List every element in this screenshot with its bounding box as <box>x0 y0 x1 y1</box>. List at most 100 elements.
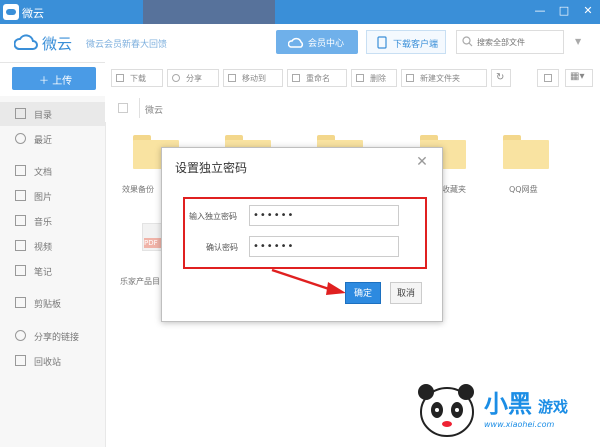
folder-label: QQ网盘 <box>509 185 538 194</box>
window-title: 微云 <box>22 7 44 20</box>
vip-center-button[interactable]: 会员中心 <box>276 30 358 54</box>
toolbar: 下载 分享 移动到 重命名 删除 新建文件夹 ↻ ▦▾ <box>105 62 600 95</box>
rename-button[interactable]: 重命名 <box>287 69 347 87</box>
move-to-button[interactable]: 移动到 <box>223 69 283 87</box>
brand-name: 微云 <box>42 35 73 53</box>
cloud-logo-icon <box>14 34 38 50</box>
promo-link[interactable]: 微云会员新春大回馈 <box>86 37 167 50</box>
title-banner <box>143 0 275 24</box>
sidebar-item-label: 图片 <box>34 193 53 203</box>
sidebar-item-directory[interactable]: 目录 <box>0 102 105 126</box>
sidebar-item-music[interactable]: 音乐 <box>0 209 105 233</box>
clipboard-icon <box>15 297 26 308</box>
delete-button[interactable]: 删除 <box>351 69 397 87</box>
grid-view-button[interactable]: ▦▾ <box>565 69 593 87</box>
app-logo-icon <box>3 4 19 20</box>
new-folder-label: 新建文件夹 <box>420 74 460 83</box>
folder-item[interactable] <box>503 135 549 169</box>
confirm-password-label: 确认密码 <box>206 243 238 252</box>
rename-icon <box>292 74 300 82</box>
sidebar-item-label: 视频 <box>34 243 53 253</box>
sidebar-item-documents[interactable]: 文档 <box>0 159 105 183</box>
move-to-label: 移动到 <box>242 74 266 83</box>
sidebar-item-label: 分享的链接 <box>34 333 80 343</box>
vip-cloud-icon <box>288 37 304 48</box>
refresh-icon: ↻ <box>496 72 505 83</box>
breadcrumb: 微云 <box>105 94 600 122</box>
folder-label: 效果备份 <box>122 185 154 194</box>
music-icon <box>15 215 26 226</box>
breadcrumb-root[interactable]: 微云 <box>145 103 163 116</box>
new-folder-icon <box>406 74 414 82</box>
share-button[interactable]: 分享 <box>167 69 219 87</box>
sidebar-item-images[interactable]: 图片 <box>0 184 105 208</box>
download-client-label: 下载客户端 <box>393 40 439 50</box>
sidebar-item-label: 文档 <box>34 168 53 178</box>
folder-label: 收藏夹 <box>442 185 466 194</box>
panel-icon <box>544 74 552 82</box>
sidebar-item-label: 笔记 <box>34 268 53 278</box>
sidebar-item-clipboard[interactable]: 剪贴板 <box>0 291 105 315</box>
grid-icon: ▦▾ <box>570 71 585 82</box>
upload-button[interactable]: ＋ 上传 <box>12 67 96 90</box>
rename-label: 重命名 <box>306 74 330 83</box>
download-button[interactable]: 下载 <box>111 69 163 87</box>
download-icon <box>116 74 124 82</box>
confirm-password-field[interactable]: •••••• <box>249 236 399 257</box>
close-icon[interactable]: ✕ <box>414 154 430 170</box>
file-label: 乐家产品目 <box>120 277 160 286</box>
refresh-button[interactable]: ↻ <box>491 69 511 87</box>
close-icon[interactable]: ✕ <box>580 3 596 19</box>
panda-mascot-logo <box>418 384 474 437</box>
document-icon <box>15 165 26 176</box>
cancel-button[interactable]: 取消 <box>390 282 422 304</box>
note-icon <box>15 265 26 276</box>
ok-button[interactable]: 确定 <box>345 282 381 304</box>
divider <box>139 98 140 118</box>
share-label: 分享 <box>186 74 202 83</box>
maximize-icon[interactable]: □ <box>556 3 572 19</box>
vip-center-label: 会员中心 <box>308 39 345 49</box>
trash-icon <box>356 74 364 82</box>
select-all-checkbox[interactable] <box>118 103 128 113</box>
move-folder-icon <box>228 74 236 82</box>
sidebar-item-label: 音乐 <box>34 218 53 228</box>
upload-label: ＋ 上传 <box>39 76 73 87</box>
trash-icon <box>15 355 26 366</box>
sidebar-item-notes[interactable]: 笔记 <box>0 259 105 283</box>
new-folder-button[interactable]: 新建文件夹 <box>401 69 487 87</box>
sidebar-item-shared-links[interactable]: 分享的链接 <box>0 324 105 348</box>
sidebar-item-recent[interactable]: 最近 <box>0 127 105 151</box>
clock-icon <box>15 133 26 144</box>
watermark-url: www.xiaohei.com <box>484 420 555 429</box>
search-input[interactable] <box>477 35 561 49</box>
sidebar: 目录 最近 文档 图片 音乐 视频 笔记 剪贴板 分享的链接 回收站 <box>0 96 106 447</box>
sidebar-item-recycle-bin[interactable]: 回收站 <box>0 349 105 373</box>
password-label: 输入独立密码 <box>189 212 237 221</box>
minimize-icon[interactable]: — <box>532 3 548 19</box>
share-icon <box>172 74 180 82</box>
search-box[interactable] <box>456 30 564 54</box>
watermark-brand: 小黑 <box>484 390 532 418</box>
sidebar-item-label: 目录 <box>34 111 53 121</box>
video-icon <box>15 240 26 251</box>
title-bar: 微云 — □ ✕ <box>0 0 600 24</box>
red-arrow-icon <box>271 268 346 295</box>
sidebar-item-label: 剪贴板 <box>34 300 62 310</box>
sidebar-item-video[interactable]: 视频 <box>0 234 105 258</box>
password-field[interactable]: •••••• <box>249 205 399 226</box>
link-icon <box>15 330 26 341</box>
detail-view-button[interactable] <box>537 69 559 87</box>
watermark-game: 游戏 <box>538 398 569 416</box>
download-client-button[interactable]: 下载客户端 <box>366 30 446 54</box>
image-icon <box>15 190 26 201</box>
header: 微云 微云会员新春大回馈 会员中心 下载客户端 ▼ <box>0 24 600 63</box>
search-icon <box>462 36 473 47</box>
download-label: 下载 <box>130 74 146 83</box>
list-icon <box>15 108 26 119</box>
dialog-title: 设置独立密码 <box>175 161 248 175</box>
phone-icon <box>377 36 387 49</box>
sidebar-item-label: 回收站 <box>34 358 62 368</box>
chevron-down-icon[interactable]: ▼ <box>575 37 581 46</box>
sidebar-item-label: 最近 <box>34 136 53 146</box>
